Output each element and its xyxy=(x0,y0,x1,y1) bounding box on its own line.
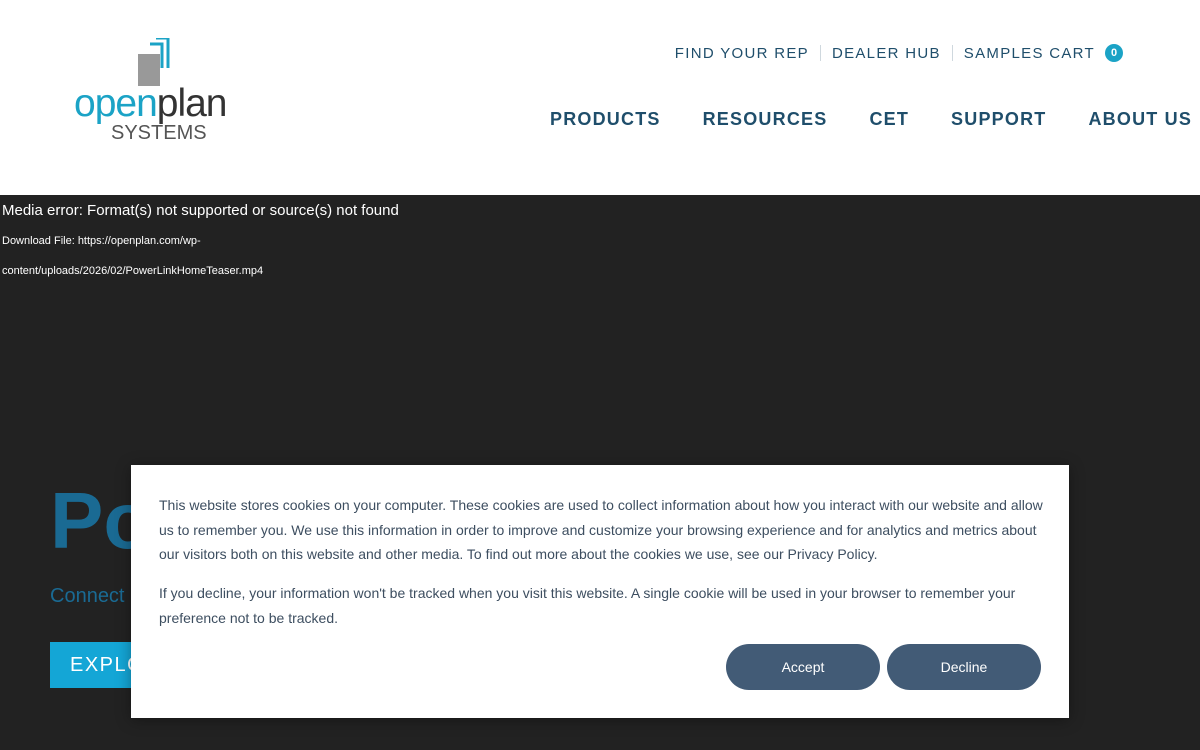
find-your-rep-link[interactable]: FIND YOUR REP xyxy=(675,45,809,62)
download-file-link-continued[interactable]: content/uploads/2026/02/PowerLinkHomeTea… xyxy=(2,265,263,277)
site-header: openplan SYSTEMS FIND YOUR REP DEALER HU… xyxy=(0,0,1200,195)
logo-wordmark: openplan xyxy=(74,84,227,124)
accept-button[interactable]: Accept xyxy=(726,644,880,690)
cookie-decline-text: If you decline, your information won't b… xyxy=(159,585,1016,626)
cookie-consent-dialog: This website stores cookies on your comp… xyxy=(131,465,1069,718)
download-file-link[interactable]: Download File: https://openplan.com/wp- xyxy=(2,235,201,247)
logo-word-open: open xyxy=(74,82,158,125)
logo-subtitle: SYSTEMS xyxy=(111,122,207,144)
divider xyxy=(951,45,953,61)
nav-support[interactable]: SUPPORT xyxy=(951,109,1046,130)
samples-cart-link[interactable]: SAMPLES CART xyxy=(964,45,1095,62)
utility-nav: FIND YOUR REP DEALER HUB SAMPLES CART 0 xyxy=(675,44,1123,62)
decline-button[interactable]: Decline xyxy=(887,644,1041,690)
cookie-policy-text: This website stores cookies on your comp… xyxy=(159,497,1043,562)
dealer-hub-link[interactable]: DEALER HUB xyxy=(832,45,941,62)
logo-mark-icon xyxy=(138,38,170,86)
hero-subtitle: Connect xyxy=(50,585,125,607)
divider xyxy=(819,45,821,61)
media-error-message: Media error: Format(s) not supported or … xyxy=(2,202,399,219)
nav-about-us[interactable]: ABOUT US xyxy=(1088,109,1192,130)
main-nav: PRODUCTS RESOURCES CET SUPPORT ABOUT US xyxy=(550,109,1192,130)
openplan-logo[interactable]: openplan SYSTEMS xyxy=(74,38,244,148)
logo-word-plan: plan xyxy=(156,82,228,125)
nav-products[interactable]: PRODUCTS xyxy=(550,109,661,130)
nav-cet[interactable]: CET xyxy=(869,109,909,130)
cart-count-badge[interactable]: 0 xyxy=(1105,44,1123,62)
nav-resources[interactable]: RESOURCES xyxy=(703,109,828,130)
